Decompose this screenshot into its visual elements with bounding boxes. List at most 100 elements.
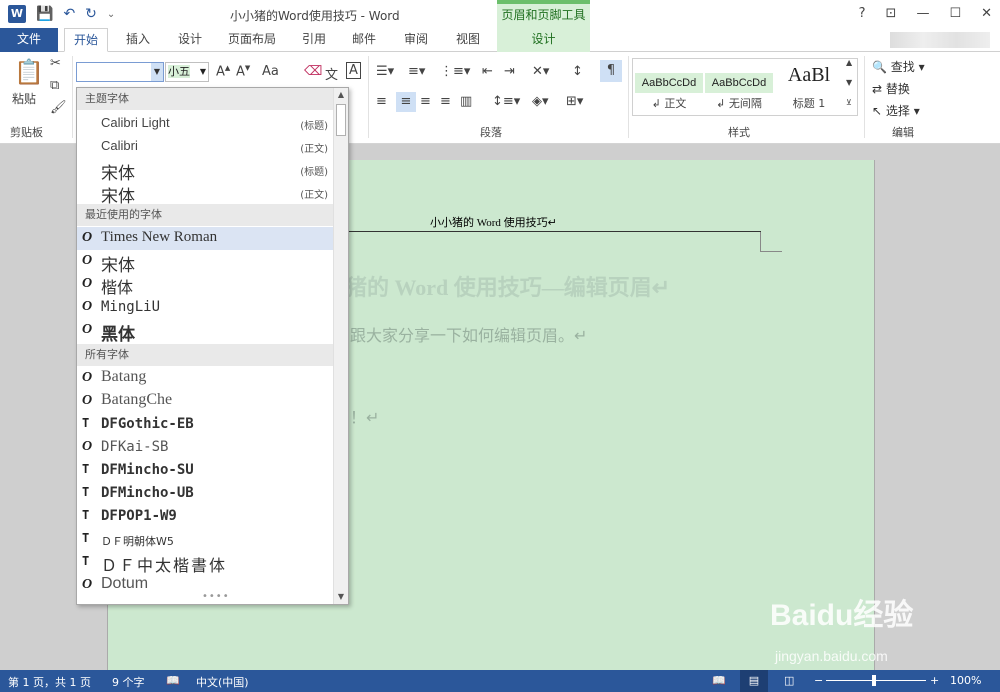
sort-icon[interactable]: ↕ bbox=[572, 64, 583, 79]
font-option[interactable]: T DFGothic-EB bbox=[77, 413, 334, 436]
minimize-icon[interactable]: — bbox=[916, 6, 929, 21]
phonetic-guide-icon[interactable]: 文 bbox=[325, 64, 338, 83]
read-mode-icon[interactable]: 📖 bbox=[712, 674, 726, 687]
paste-button[interactable]: 粘贴 bbox=[12, 90, 36, 107]
align-left-icon[interactable]: ≡ bbox=[376, 94, 387, 109]
styles-more-icon[interactable]: ⊻ bbox=[846, 98, 852, 107]
resize-grip-icon[interactable]: •••• bbox=[202, 591, 230, 602]
copy-icon[interactable]: ⧉ bbox=[50, 78, 59, 93]
undo-icon[interactable]: ↶ bbox=[63, 6, 75, 22]
font-option[interactable]: O 楷体 bbox=[77, 273, 334, 297]
close-icon[interactable]: ✕ bbox=[981, 6, 992, 21]
select-button[interactable]: ↖ 选择 ▾ bbox=[872, 102, 920, 119]
justify-icon[interactable]: ≡ bbox=[440, 94, 451, 109]
tab-view[interactable]: 视图 bbox=[448, 28, 488, 52]
zoom-out-icon[interactable]: − bbox=[814, 674, 823, 687]
customize-qat-icon[interactable]: ⌄ bbox=[107, 9, 115, 20]
align-center-icon[interactable]: ≡ bbox=[396, 92, 416, 112]
font-option[interactable]: O Batang bbox=[77, 367, 334, 390]
align-right-icon[interactable]: ≡ bbox=[420, 94, 431, 109]
tab-page-layout[interactable]: 页面布局 bbox=[220, 28, 284, 52]
font-name-dropdown-icon[interactable]: ▼ bbox=[151, 63, 163, 81]
font-option[interactable]: T ＤＦ明朝体W5 bbox=[77, 528, 334, 551]
document-paragraph[interactable]: ！↵ bbox=[350, 404, 379, 428]
tab-references[interactable]: 引用 bbox=[294, 28, 334, 52]
shrink-font-icon[interactable]: A▼ bbox=[236, 64, 250, 79]
decrease-indent-icon[interactable]: ⇤ bbox=[482, 64, 493, 79]
style-no-spacing[interactable]: AaBbCcDd ↲ 无间隔 bbox=[705, 61, 773, 113]
font-size-dropdown-icon[interactable]: ▼ bbox=[200, 63, 206, 81]
font-option[interactable]: T DFPOP1-W9 bbox=[77, 505, 334, 528]
font-option[interactable]: T DFMincho-SU bbox=[77, 459, 334, 482]
tab-mailings[interactable]: 邮件 bbox=[344, 28, 384, 52]
change-case-button[interactable]: Aa bbox=[262, 64, 279, 79]
font-option[interactable]: Calibri Light (标题) bbox=[77, 112, 334, 135]
font-option[interactable]: 宋体 (正文) bbox=[77, 181, 334, 207]
font-option[interactable]: T ＤＦ中太楷書体 bbox=[77, 551, 334, 575]
help-icon[interactable]: ? bbox=[859, 6, 866, 21]
font-size-value: 小五 bbox=[168, 65, 190, 78]
clear-formatting-icon[interactable]: ⌫ bbox=[304, 64, 322, 79]
maximize-icon[interactable]: ☐ bbox=[949, 6, 961, 21]
font-option[interactable]: T DFMincho-UB bbox=[77, 482, 334, 505]
tab-header-footer-design[interactable]: 设计 bbox=[497, 28, 590, 52]
paste-icon[interactable]: 📋 bbox=[14, 58, 44, 86]
grow-font-icon[interactable]: A▲ bbox=[216, 64, 230, 79]
tab-insert[interactable]: 插入 bbox=[116, 28, 160, 52]
proofing-icon[interactable]: 📖 bbox=[166, 674, 180, 687]
line-spacing-icon[interactable]: ↕≡▾ bbox=[492, 94, 520, 109]
show-hide-marks-icon[interactable]: ¶ bbox=[600, 60, 622, 82]
replace-button[interactable]: ⇄ 替换 bbox=[872, 80, 910, 97]
font-option[interactable]: O 宋体 bbox=[77, 250, 334, 276]
web-layout-icon[interactable]: ◫ bbox=[784, 674, 794, 687]
zoom-level[interactable]: 100% bbox=[950, 674, 981, 687]
format-painter-icon[interactable]: 🖌 bbox=[50, 100, 67, 115]
ribbon-display-icon[interactable]: ⊡ bbox=[886, 6, 897, 21]
zoom-slider-thumb[interactable] bbox=[872, 675, 876, 686]
scrollbar-thumb[interactable] bbox=[336, 104, 346, 136]
page-count[interactable]: 第 1 页，共 1 页 bbox=[8, 674, 91, 690]
style-normal[interactable]: AaBbCcDd ↲ 正文 bbox=[635, 61, 703, 113]
font-option[interactable]: O 黑体 bbox=[77, 319, 334, 345]
find-button[interactable]: 🔍 查找 ▾ bbox=[872, 58, 925, 75]
scroll-up-icon[interactable]: ▲ bbox=[334, 88, 348, 102]
borders-icon[interactable]: ⊞▾ bbox=[566, 94, 583, 109]
tab-file[interactable]: 文件 bbox=[0, 28, 58, 52]
redo-icon[interactable]: ↻ bbox=[85, 6, 97, 22]
font-option[interactable]: O MingLiU bbox=[77, 296, 334, 319]
cut-icon[interactable]: ✂ bbox=[50, 56, 61, 71]
style-heading-1[interactable]: AaBl 标题 1 bbox=[775, 61, 843, 113]
print-layout-icon[interactable]: ▤ bbox=[740, 670, 768, 692]
user-account[interactable] bbox=[890, 32, 990, 48]
page-header-text[interactable]: 小小猪的 Word 使用技巧↵ bbox=[430, 214, 557, 230]
distributed-icon[interactable]: ▥ bbox=[460, 94, 472, 109]
increase-indent-icon[interactable]: ⇥ bbox=[504, 64, 515, 79]
asian-layout-icon[interactable]: ✕▾ bbox=[532, 64, 549, 79]
multilevel-list-icon[interactable]: ⋮≡▾ bbox=[440, 64, 470, 79]
save-icon[interactable]: 💾 bbox=[36, 6, 53, 22]
font-option[interactable]: Calibri (正文) bbox=[77, 135, 334, 158]
bullets-icon[interactable]: ☰▾ bbox=[376, 64, 394, 79]
font-option-selected[interactable]: O Times New Roman bbox=[77, 227, 334, 250]
tab-design[interactable]: 设计 bbox=[168, 28, 212, 52]
font-option[interactable]: O DFKai-SB bbox=[77, 436, 334, 459]
font-option[interactable]: 宋体 (标题) bbox=[77, 158, 334, 184]
styles-scroll-down-icon[interactable]: ▼ bbox=[846, 78, 852, 87]
tab-home[interactable]: 开始 bbox=[64, 28, 108, 52]
document-paragraph[interactable]: 跟大家分享一下如何编辑页眉。↵ bbox=[350, 322, 587, 346]
font-option[interactable]: O BatangChe bbox=[77, 390, 334, 413]
scroll-down-icon[interactable]: ▼ bbox=[334, 590, 348, 604]
tab-review[interactable]: 审阅 bbox=[396, 28, 436, 52]
word-count[interactable]: 9 个字 bbox=[112, 674, 145, 690]
document-title[interactable]: 猪的 Word 使用技巧—编辑页眉↵ bbox=[345, 270, 670, 302]
dropdown-scrollbar[interactable]: ▲ ▼ bbox=[333, 88, 348, 604]
styles-scroll-up-icon[interactable]: ▲ bbox=[846, 58, 852, 67]
language-indicator[interactable]: 中文(中国) bbox=[196, 674, 249, 690]
font-size-input[interactable]: 小五 ▼ bbox=[165, 62, 209, 82]
numbering-icon[interactable]: ≡▾ bbox=[408, 64, 425, 79]
zoom-in-icon[interactable]: + bbox=[930, 674, 939, 687]
font-name-input[interactable]: ▼ bbox=[76, 62, 164, 82]
shading-icon[interactable]: ◈▾ bbox=[532, 94, 549, 109]
zoom-slider[interactable] bbox=[826, 680, 926, 681]
character-border-icon[interactable]: A bbox=[346, 62, 361, 79]
